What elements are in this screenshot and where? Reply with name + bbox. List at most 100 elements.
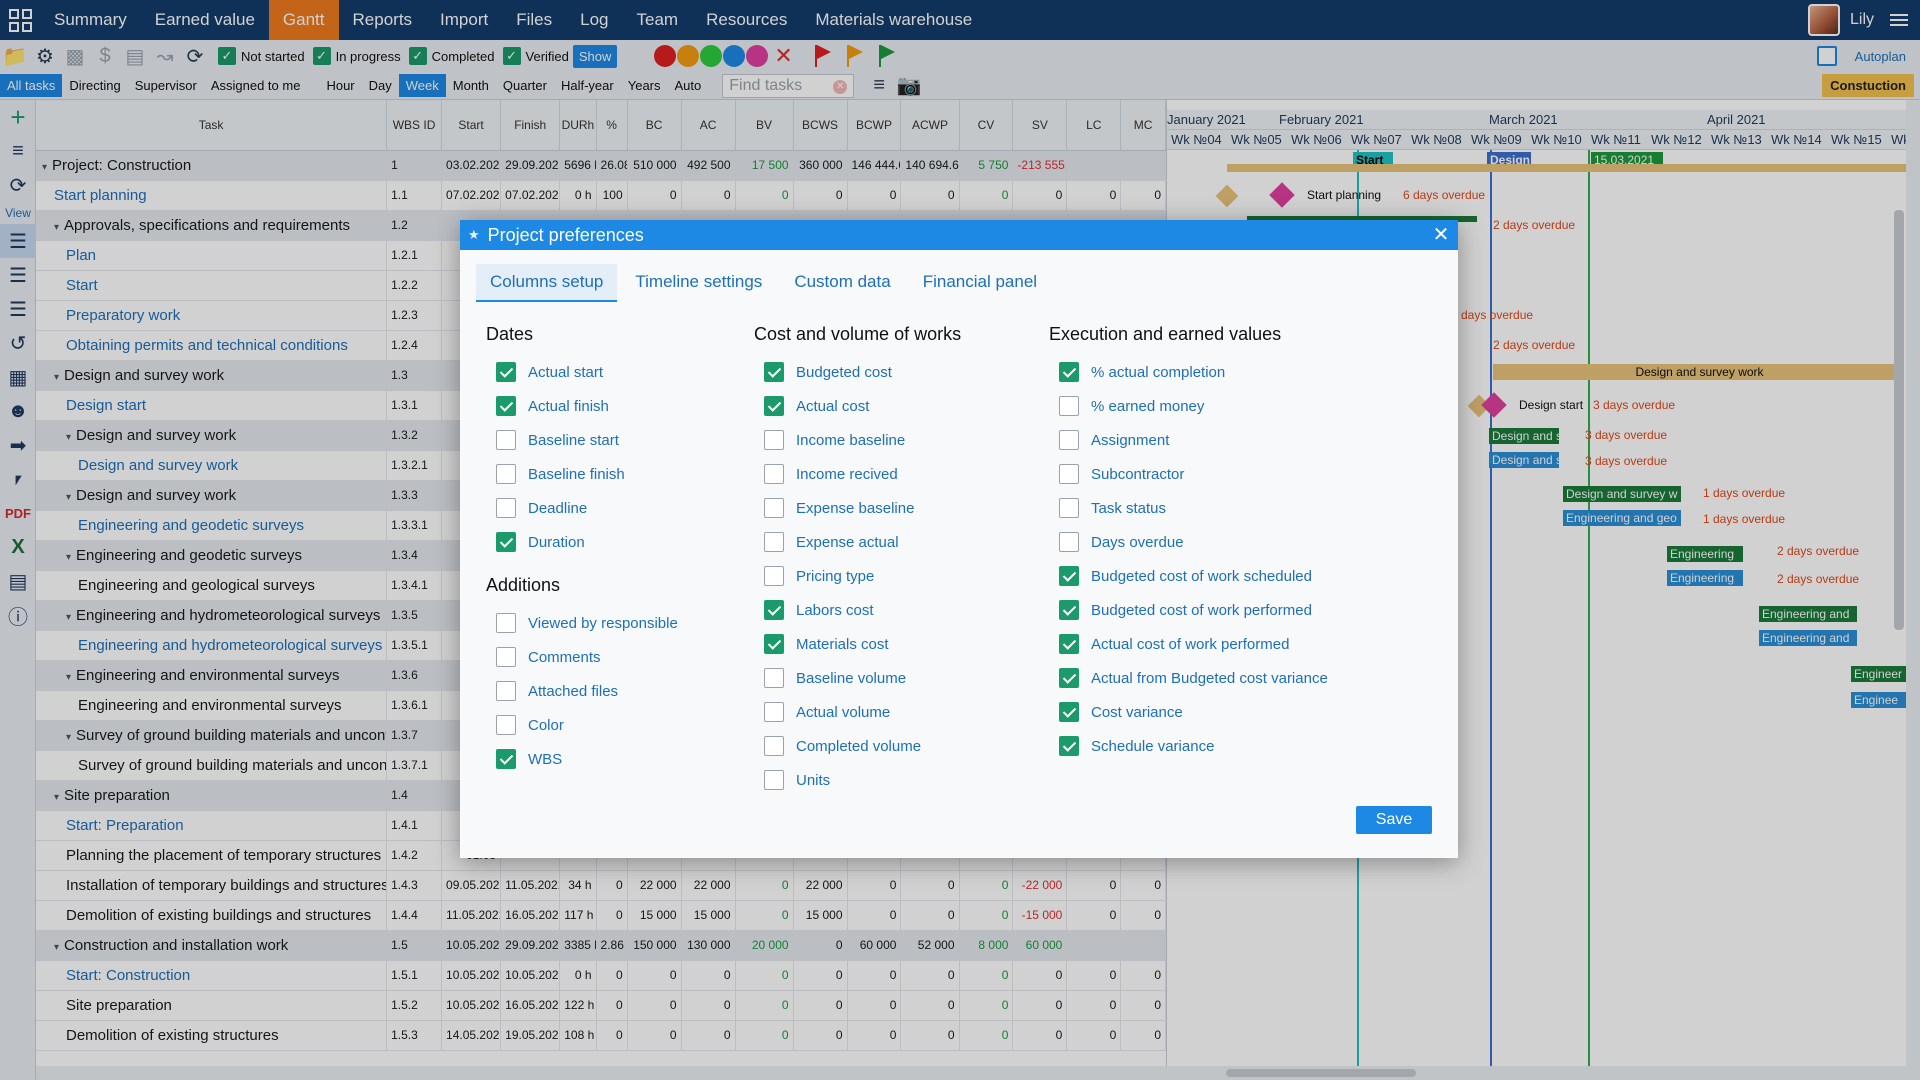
checkbox-unchecked[interactable] [496, 715, 516, 735]
option-cost-variance[interactable]: Cost variance [1049, 695, 1389, 729]
option-actual-from-budgeted-cost-variance[interactable]: Actual from Budgeted cost variance [1049, 661, 1389, 695]
execution-options: % actual completion % earned money Assignm… [1049, 355, 1389, 763]
option-label: Subcontractor [1091, 465, 1185, 483]
option-duration[interactable]: Duration [486, 525, 696, 559]
option-subcontractor[interactable]: Subcontractor [1049, 457, 1389, 491]
option-income-recived[interactable]: Income recived [754, 457, 1014, 491]
option-baseline-volume[interactable]: Baseline volume [754, 661, 1014, 695]
option-wbs[interactable]: WBS [486, 742, 696, 776]
checkbox-unchecked[interactable] [496, 498, 516, 518]
option-color[interactable]: Color [486, 708, 696, 742]
option-actual-cost[interactable]: Actual cost [754, 389, 1014, 423]
option-units[interactable]: Units [754, 763, 1014, 797]
tab-financial-panel[interactable]: Financial panel [909, 264, 1051, 302]
option-label: Budgeted cost of work scheduled [1091, 567, 1312, 585]
option-expense-baseline[interactable]: Expense baseline [754, 491, 1014, 525]
checkbox-checked[interactable] [764, 396, 784, 416]
checkbox-checked[interactable] [496, 396, 516, 416]
execution-heading: Execution and earned values [1049, 324, 1282, 344]
option-label: Pricing type [796, 567, 875, 585]
option-actual-start[interactable]: Actual start [486, 355, 696, 389]
option-income-baseline[interactable]: Income baseline [754, 423, 1014, 457]
tab-columns-setup[interactable]: Columns setup [476, 264, 618, 302]
option-expense-actual[interactable]: Expense actual [754, 525, 1014, 559]
option-viewed-by-responsible[interactable]: Viewed by responsible [486, 606, 696, 640]
option-actual-finish[interactable]: Actual finish [486, 389, 696, 423]
option-baseline-start[interactable]: Baseline start [486, 423, 696, 457]
option-actual-volume[interactable]: Actual volume [754, 695, 1014, 729]
checkbox-unchecked[interactable] [764, 532, 784, 552]
cost-heading: Cost and volume of works [754, 324, 962, 344]
checkbox-checked[interactable] [496, 532, 516, 552]
checkbox-unchecked[interactable] [496, 464, 516, 484]
checkbox-unchecked[interactable] [764, 668, 784, 688]
option-budgeted-cost-of-work-performed[interactable]: Budgeted cost of work performed [1049, 593, 1389, 627]
checkbox-unchecked[interactable] [1059, 396, 1079, 416]
star-icon: ★ [468, 227, 480, 242]
checkbox-checked[interactable] [1059, 362, 1079, 382]
checkbox-checked[interactable] [764, 362, 784, 382]
option-attached-files[interactable]: Attached files [486, 674, 696, 708]
option-label: % actual completion [1091, 363, 1226, 381]
checkbox-checked[interactable] [496, 362, 516, 382]
dates-heading: Dates [486, 324, 534, 344]
option-label: Budgeted cost [796, 363, 892, 381]
checkbox-unchecked[interactable] [764, 430, 784, 450]
checkbox-checked[interactable] [1059, 668, 1079, 688]
option-labors-cost[interactable]: Labors cost [754, 593, 1014, 627]
option-task-status[interactable]: Task status [1049, 491, 1389, 525]
checkbox-unchecked[interactable] [496, 613, 516, 633]
save-button[interactable]: Save [1356, 806, 1432, 834]
close-icon[interactable]: ✕ [1428, 222, 1454, 248]
checkbox-unchecked[interactable] [764, 566, 784, 586]
option-days-overdue[interactable]: Days overdue [1049, 525, 1389, 559]
dates-options: Actual start Actual finish Baseline start B… [486, 355, 696, 559]
tab-timeline-settings[interactable]: Timeline settings [621, 264, 776, 302]
option-deadline[interactable]: Deadline [486, 491, 696, 525]
option-baseline-finish[interactable]: Baseline finish [486, 457, 696, 491]
checkbox-unchecked[interactable] [496, 647, 516, 667]
option-actual-cost-of-work-performed[interactable]: Actual cost of work performed [1049, 627, 1389, 661]
checkbox-checked[interactable] [764, 634, 784, 654]
checkbox-checked[interactable] [1059, 702, 1079, 722]
checkbox-checked[interactable] [1059, 600, 1079, 620]
option-pricing-type[interactable]: Pricing type [754, 559, 1014, 593]
option-actual-completion[interactable]: % actual completion [1049, 355, 1389, 389]
option-label: Actual start [528, 363, 604, 381]
checkbox-checked[interactable] [1059, 634, 1079, 654]
option-label: Baseline start [528, 431, 619, 449]
option-label: Attached files [528, 682, 619, 700]
checkbox-unchecked[interactable] [764, 736, 784, 756]
checkbox-unchecked[interactable] [1059, 464, 1079, 484]
option-budgeted-cost[interactable]: Budgeted cost [754, 355, 1014, 389]
checkbox-checked[interactable] [1059, 566, 1079, 586]
option-materials-cost[interactable]: Materials cost [754, 627, 1014, 661]
option-completed-volume[interactable]: Completed volume [754, 729, 1014, 763]
project-preferences-dialog: ★ Project preferences ✕ Columns setup Tim… [460, 220, 1458, 858]
option-comments[interactable]: Comments [486, 640, 696, 674]
checkbox-checked[interactable] [496, 749, 516, 769]
option-assignment[interactable]: Assignment [1049, 423, 1389, 457]
checkbox-checked[interactable] [764, 600, 784, 620]
checkbox-unchecked[interactable] [764, 770, 784, 790]
checkbox-unchecked[interactable] [1059, 430, 1079, 450]
option-label: Actual finish [528, 397, 609, 415]
checkbox-unchecked[interactable] [496, 430, 516, 450]
option-label: Cost variance [1091, 703, 1183, 721]
additions-options: Viewed by responsible Comments Attached fi… [486, 606, 696, 776]
option-schedule-variance[interactable]: Schedule variance [1049, 729, 1389, 763]
checkbox-unchecked[interactable] [1059, 498, 1079, 518]
checkbox-unchecked[interactable] [764, 464, 784, 484]
checkbox-unchecked[interactable] [764, 702, 784, 722]
checkbox-unchecked[interactable] [496, 681, 516, 701]
checkbox-checked[interactable] [1059, 736, 1079, 756]
option-label: Comments [528, 648, 601, 666]
checkbox-unchecked[interactable] [1059, 532, 1079, 552]
checkbox-unchecked[interactable] [764, 498, 784, 518]
option-label: Actual volume [796, 703, 891, 721]
option-label: Schedule variance [1091, 737, 1215, 755]
option-label: Expense actual [796, 533, 899, 551]
tab-custom-data[interactable]: Custom data [780, 264, 904, 302]
option-earned-money[interactable]: % earned money [1049, 389, 1389, 423]
option-budgeted-cost-of-work-scheduled[interactable]: Budgeted cost of work scheduled [1049, 559, 1389, 593]
